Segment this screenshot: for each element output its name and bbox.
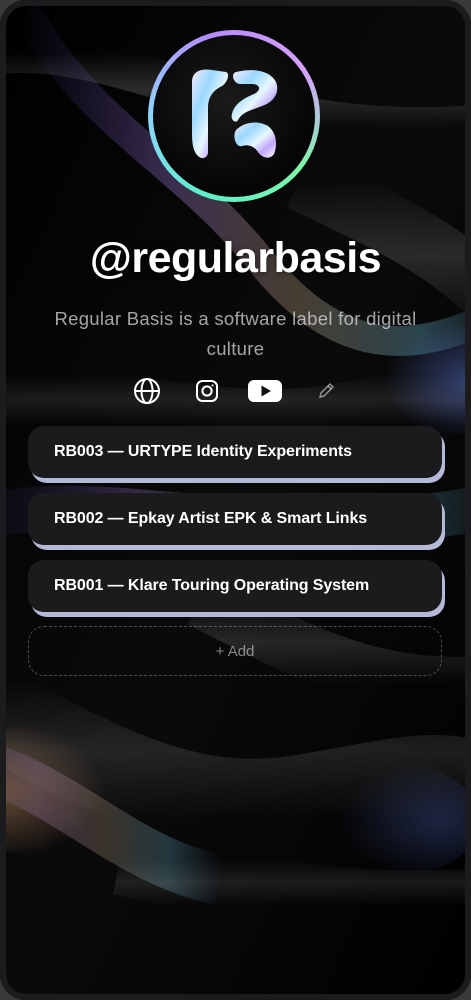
profile-content: @regularbasis Regular Basis is a softwar… <box>0 0 471 1000</box>
pencil-icon[interactable] <box>309 374 343 408</box>
link-card-rb003[interactable]: RB003 — URTYPE Identity Experiments <box>28 426 442 478</box>
link-card-rb002[interactable]: RB002 — Epkay Artist EPK & Smart Links <box>28 493 442 545</box>
social-icons <box>0 374 471 410</box>
youtube-icon[interactable] <box>248 374 282 408</box>
link-card-rb001[interactable]: RB001 — Klare Touring Operating System <box>28 560 442 612</box>
profile-screen: @regularbasis Regular Basis is a softwar… <box>0 0 471 1000</box>
profile-bio: Regular Basis is a software label for di… <box>54 308 417 359</box>
avatar-inner <box>153 35 315 197</box>
avatar[interactable] <box>148 30 320 202</box>
globe-icon[interactable] <box>130 374 164 408</box>
instagram-icon[interactable] <box>190 374 224 408</box>
profile-handle: @regularbasis <box>89 234 382 282</box>
regular-basis-logo <box>192 69 278 159</box>
add-link-button[interactable]: + Add <box>28 626 442 676</box>
